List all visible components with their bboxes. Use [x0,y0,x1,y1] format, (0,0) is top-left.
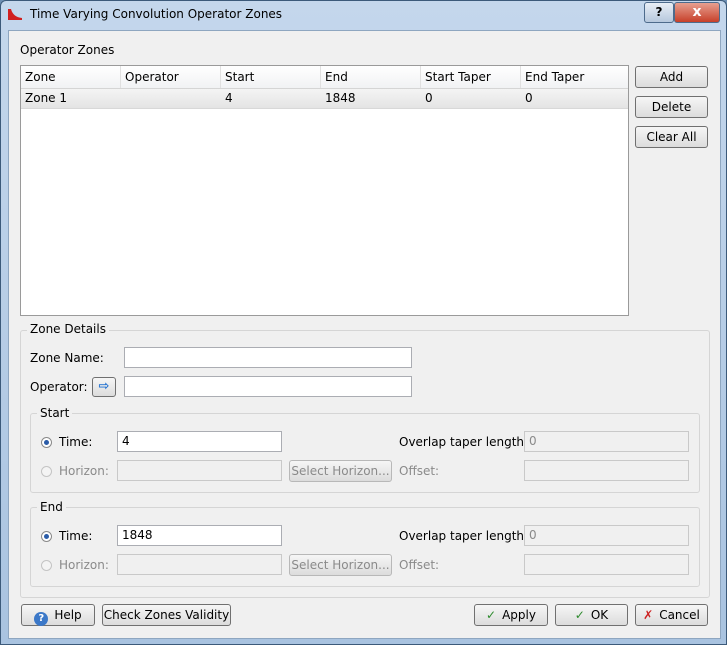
title-help-button[interactable]: ? [644,2,674,23]
help-button[interactable]: ? Help [21,604,95,626]
check-icon: ✓ [574,608,585,622]
end-offset-input[interactable] [524,554,689,575]
cancel-x-icon: ✗ [643,608,654,622]
end-overlap-input[interactable]: 0 [524,525,689,546]
start-overlap-label: Overlap taper length: [399,435,529,449]
end-overlap-label: Overlap taper length: [399,529,529,543]
cell-end: 1848 [325,91,356,105]
arrow-right-icon: ⇨ [98,379,110,394]
apply-button-label: Apply [502,608,536,622]
title-bar[interactable]: Time Varying Convolution Operator Zones … [1,1,726,29]
start-heading: Start [37,406,73,420]
start-horizon-input[interactable] [117,460,282,481]
app-icon [8,9,22,20]
cancel-button[interactable]: ✗ Cancel [635,604,708,626]
check-zones-validity-button[interactable]: Check Zones Validity [102,604,231,626]
col-header-end[interactable]: End [321,66,421,88]
start-select-horizon-button[interactable]: Select Horizon... [289,460,392,482]
title-close-button[interactable]: x [674,2,720,23]
zone-name-label: Zone Name: [30,351,104,365]
end-time-input[interactable]: 1848 [117,525,282,546]
zone-name-input[interactable] [124,347,412,368]
end-time-label: Time: [59,529,93,543]
clear-all-button[interactable]: Clear All [635,126,708,148]
end-heading: End [37,500,66,514]
operator-input[interactable] [124,376,412,397]
end-select-horizon-button[interactable]: Select Horizon... [289,554,392,576]
cell-zone: Zone 1 [25,91,67,105]
cancel-button-label: Cancel [659,608,700,622]
ok-button-label: OK [590,608,609,622]
dialog-window: Time Varying Convolution Operator Zones … [0,0,727,645]
help-icon: ? [34,612,49,626]
add-button[interactable]: Add [635,66,708,88]
start-time-label: Time: [59,435,93,449]
col-header-start-taper[interactable]: Start Taper [421,66,521,88]
zones-table[interactable]: Zone Operator Start End Start Taper End … [20,65,629,316]
operator-label: Operator: [30,380,88,394]
cell-start-taper: 0 [425,91,433,105]
zones-table-header: Zone Operator Start End Start Taper End … [21,66,628,89]
cell-end-taper: 0 [525,91,533,105]
start-overlap-input[interactable]: 0 [524,431,689,452]
delete-button[interactable]: Delete [635,96,708,118]
col-header-end-taper[interactable]: End Taper [521,66,628,88]
end-horizon-radio[interactable] [41,560,52,571]
zone-details-heading: Zone Details [27,322,109,336]
apply-button[interactable]: ✓ Apply [474,604,548,626]
dialog-client: Operator Zones Zone Operator Start End S… [8,30,721,639]
start-offset-input[interactable] [524,460,689,481]
ok-button[interactable]: ✓ OK [555,604,628,626]
help-button-label: Help [54,608,82,622]
start-time-input[interactable]: 4 [117,431,282,452]
end-horizon-label: Horizon: [59,558,109,572]
col-header-operator[interactable]: Operator [121,66,221,88]
cell-start: 4 [225,91,233,105]
table-row[interactable]: Zone 1 4 1848 0 0 [21,89,628,109]
start-offset-label: Offset: [399,464,440,478]
window-title: Time Varying Convolution Operator Zones [30,7,283,21]
end-offset-label: Offset: [399,558,440,572]
start-horizon-label: Horizon: [59,464,109,478]
start-time-radio[interactable] [41,437,52,448]
col-header-start[interactable]: Start [221,66,321,88]
operator-zones-heading: Operator Zones [20,43,115,57]
check-icon: ✓ [486,608,497,622]
end-time-radio[interactable] [41,531,52,542]
operator-select-button[interactable]: ⇨ [92,377,116,397]
start-horizon-radio[interactable] [41,466,52,477]
col-header-zone[interactable]: Zone [21,66,121,88]
cell-operator [121,89,221,108]
end-horizon-input[interactable] [117,554,282,575]
